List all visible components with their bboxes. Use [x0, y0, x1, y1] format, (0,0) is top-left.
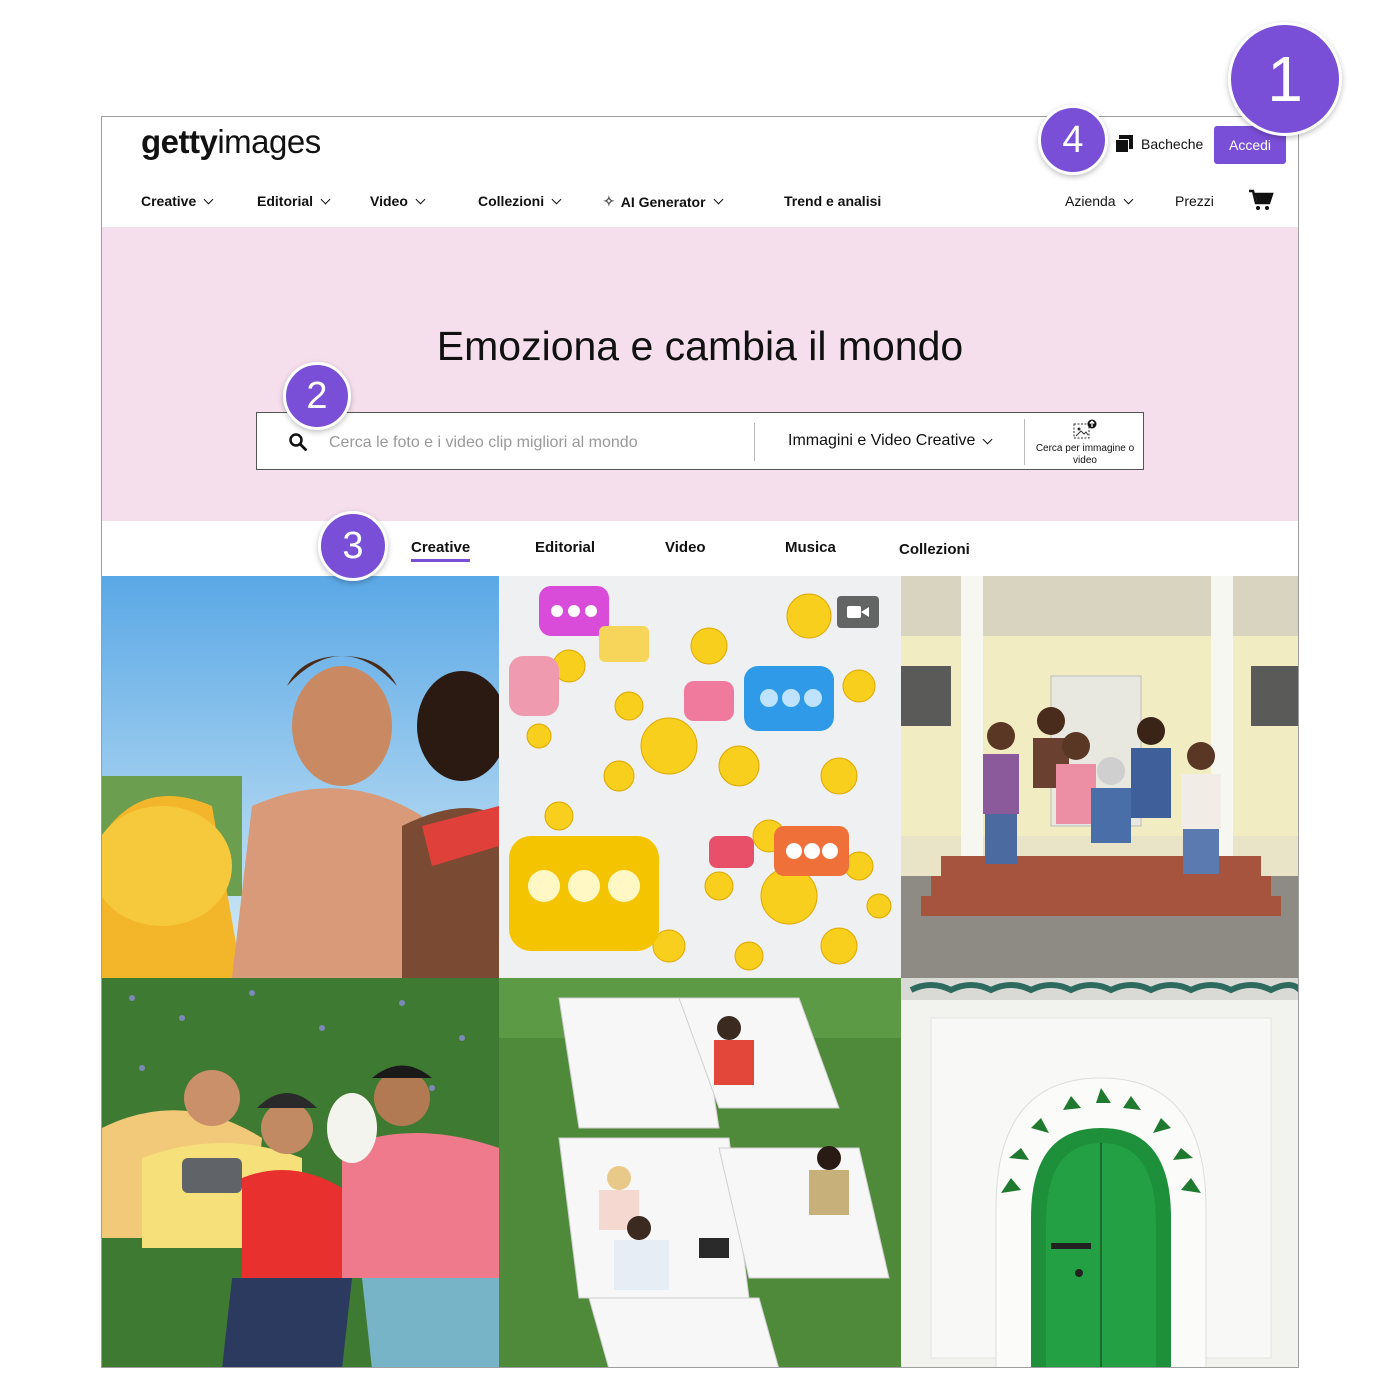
callout-marker-1: 1: [1228, 22, 1342, 136]
nav-creative[interactable]: Creative: [141, 193, 214, 209]
chevron-down-icon: [1123, 194, 1134, 204]
search-divider: [754, 423, 755, 461]
logo-bold-text: getty: [141, 123, 218, 160]
boards-icon: [1115, 135, 1133, 153]
couple-pool-image: [102, 576, 499, 978]
chevron-down-icon: [415, 194, 426, 204]
nav-editorial-label: Editorial: [257, 193, 314, 209]
image-tile-family-porch[interactable]: [901, 576, 1298, 978]
tab-creative[interactable]: Creative: [411, 539, 471, 562]
nav-trend-label: Trend e analisi: [784, 193, 882, 209]
nav-ai-generator-label: AI Generator: [620, 193, 706, 210]
browser-page: gettyimages Bacheche Accedi Creative Edi…: [101, 116, 1299, 1368]
image-search-label: Cerca per immagine o video: [1035, 443, 1135, 466]
search-icon[interactable]: [289, 433, 307, 451]
image-upload-icon: [1073, 419, 1097, 439]
emoji-bubbles-image: [499, 576, 901, 978]
sparkle-icon: ✧: [603, 193, 615, 209]
boards-label: Bacheche: [1141, 136, 1204, 152]
search-divider: [1024, 419, 1025, 465]
callout-marker-2: 2: [283, 362, 351, 430]
image-tile-students-study[interactable]: [499, 978, 901, 1367]
callout-marker-3: 3: [318, 511, 388, 581]
chevron-down-icon: [982, 434, 993, 444]
chevron-down-icon: [203, 194, 214, 204]
getty-logo[interactable]: gettyimages: [141, 123, 321, 161]
image-search-button[interactable]: Cerca per immagine o video: [1035, 419, 1135, 467]
students-study-image: [499, 978, 901, 1367]
image-tile-couple-pool[interactable]: [102, 576, 499, 978]
nav-trend[interactable]: Trend e analisi: [784, 193, 881, 209]
content-tabs: Creative Editorial Video Musica Collezio…: [102, 521, 1298, 577]
green-door-image: [901, 978, 1298, 1367]
tab-editorial[interactable]: Editorial: [535, 539, 595, 556]
nav-prezzi[interactable]: Prezzi: [1175, 193, 1214, 209]
nav-prezzi-label: Prezzi: [1175, 193, 1214, 209]
nav-ai-generator[interactable]: ✧ AI Generator: [603, 193, 723, 210]
chevron-down-icon: [551, 194, 562, 204]
search-bar: Immagini e Video Creative Cerca per imma…: [256, 412, 1144, 470]
family-porch-image: [901, 576, 1298, 978]
cart-icon[interactable]: [1248, 189, 1274, 211]
image-grid: [102, 576, 1298, 1367]
nav-collezioni[interactable]: Collezioni: [478, 193, 562, 209]
chevron-down-icon: [320, 194, 331, 204]
callout-marker-4: 4: [1038, 105, 1108, 175]
nav-collezioni-label: Collezioni: [478, 193, 545, 209]
tab-musica[interactable]: Musica: [785, 539, 836, 556]
image-tile-green-door[interactable]: [901, 978, 1298, 1367]
main-nav: Creative Editorial Video Collezioni ✧ AI…: [102, 185, 1298, 227]
nav-editorial[interactable]: Editorial: [257, 193, 331, 209]
tab-video[interactable]: Video: [665, 539, 706, 556]
search-type-dropdown[interactable]: Immagini e Video Creative: [788, 432, 993, 450]
search-type-label: Immagini e Video Creative: [788, 432, 976, 449]
search-input[interactable]: [327, 427, 741, 459]
nav-video-label: Video: [370, 193, 408, 209]
chevron-down-icon: [713, 194, 723, 205]
nav-azienda[interactable]: Azienda: [1065, 193, 1134, 209]
hero-banner: Emoziona e cambia il mondo Immagini e Vi…: [102, 227, 1298, 521]
friends-grass-image: [102, 978, 499, 1367]
image-tile-friends-grass[interactable]: [102, 978, 499, 1367]
nav-video[interactable]: Video: [370, 193, 426, 209]
tab-collezioni[interactable]: Collezioni: [899, 541, 970, 558]
nav-creative-label: Creative: [141, 193, 197, 209]
hero-title: Emoziona e cambia il mondo: [436, 323, 964, 369]
nav-azienda-label: Azienda: [1065, 193, 1116, 209]
boards-link[interactable]: Bacheche: [1115, 135, 1203, 153]
logo-light-text: images: [217, 123, 321, 160]
video-camera-icon: [837, 596, 879, 628]
image-tile-emoji-video[interactable]: [499, 576, 901, 978]
